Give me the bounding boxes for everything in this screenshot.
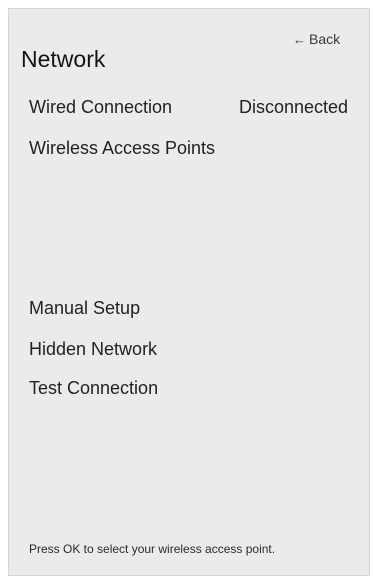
network-menu-panel: ← Back Network Wired Connection Disconne… <box>8 8 370 576</box>
menu-item-test-connection[interactable]: Test Connection <box>29 378 158 399</box>
menu-item-manual-setup[interactable]: Manual Setup <box>29 298 140 319</box>
menu-item-wired-connection[interactable]: Wired Connection <box>29 97 172 118</box>
page-title: Network <box>21 46 106 72</box>
menu-item-wireless-access-points[interactable]: Wireless Access Points <box>29 138 215 159</box>
back-arrow-icon: ← <box>293 31 306 47</box>
menu-item-hidden-network[interactable]: Hidden Network <box>29 339 157 360</box>
footer-hint: Press OK to select your wireless access … <box>29 542 276 556</box>
back-label: Back <box>309 31 341 47</box>
wired-connection-status: Disconnected <box>239 97 349 117</box>
back-button[interactable]: ← Back <box>293 31 340 47</box>
